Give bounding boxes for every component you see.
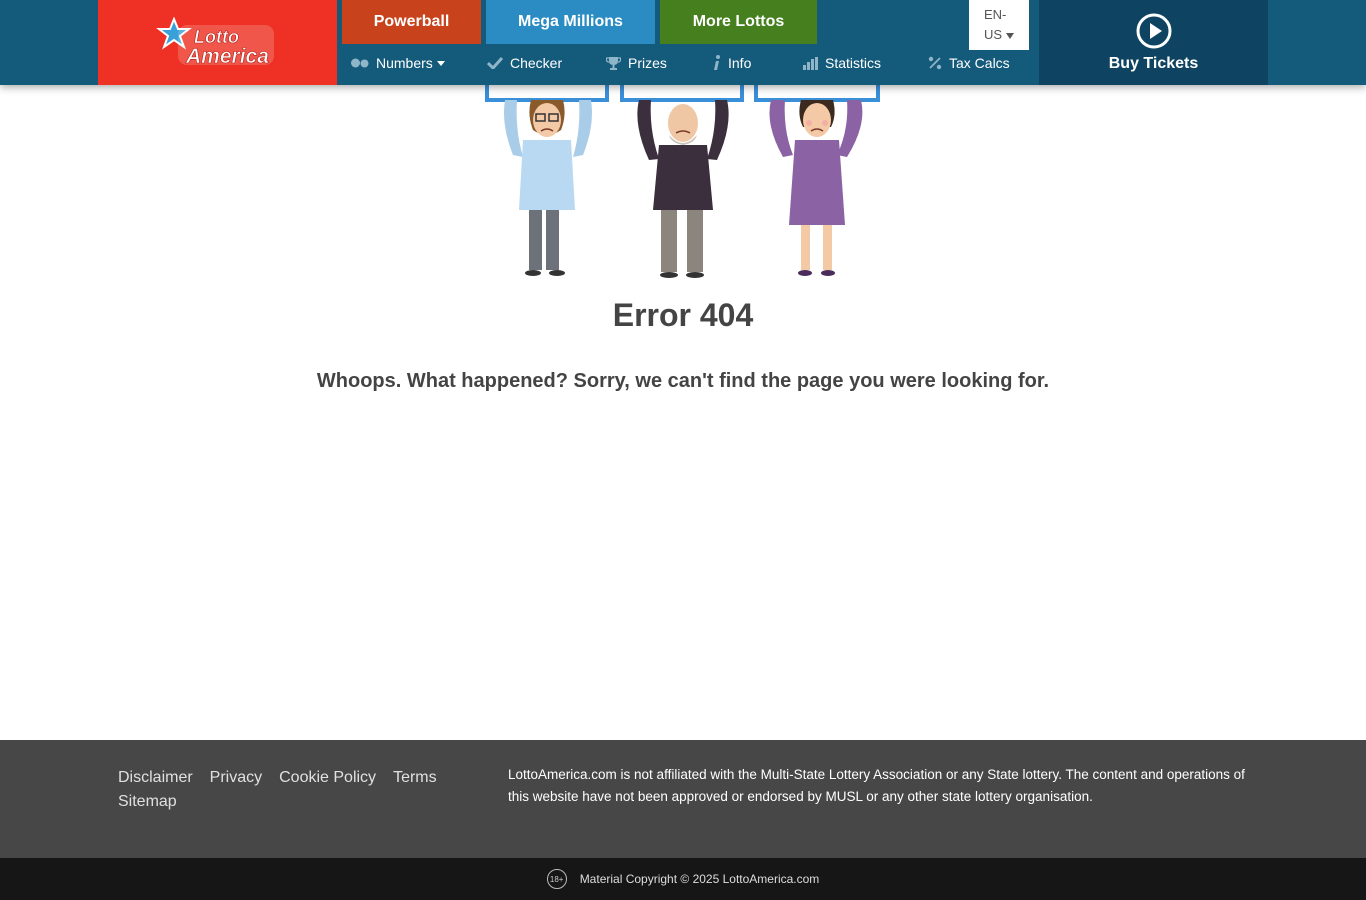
- main-content: Error 404 Whoops. What happened? Sorry, …: [0, 85, 1366, 740]
- footer-link-terms[interactable]: Terms: [393, 766, 437, 790]
- nav-numbers-label: Numbers: [376, 55, 433, 71]
- nav-tax-calcs-label: Tax Calcs: [949, 55, 1010, 71]
- error-message: Whoops. What happened? Sorry, we can't f…: [316, 370, 1050, 392]
- info-icon: [713, 55, 721, 71]
- nav-info-label: Info: [728, 55, 752, 71]
- nav-info[interactable]: Info: [713, 52, 751, 74]
- nav-statistics-label: Statistics: [825, 55, 882, 71]
- footer-link-privacy[interactable]: Privacy: [210, 766, 262, 790]
- svg-text:Lotto: Lotto: [194, 27, 239, 47]
- copyright-bar: 18+ Material Copyright © 2025 LottoAmeri…: [0, 858, 1366, 900]
- play-circle-icon: [1136, 13, 1171, 48]
- age-restriction-badge: 18+: [546, 869, 567, 889]
- nav-statistics[interactable]: Statistics: [803, 52, 881, 74]
- footer-link-sitemap[interactable]: Sitemap: [118, 790, 177, 814]
- language-label-line2: US: [984, 27, 1003, 42]
- nav-checker-label: Checker: [510, 55, 563, 71]
- buy-tickets-label: Buy Tickets: [1108, 54, 1199, 72]
- nav-prizes-label: Prizes: [628, 55, 667, 71]
- footer-links: Disclaimer Privacy Cookie Policy Terms Sitem…: [118, 766, 478, 814]
- footer-link-disclaimer[interactable]: Disclaimer: [118, 766, 193, 790]
- balls-icon: [351, 58, 369, 68]
- buy-tickets-button[interactable]: Buy Tickets: [1039, 0, 1268, 85]
- nav-prizes[interactable]: Prizes: [606, 52, 667, 74]
- language-selector[interactable]: EN- US: [969, 0, 1029, 50]
- tab-more-lottos[interactable]: More Lottos: [660, 0, 817, 44]
- error-title: Error 404: [612, 297, 754, 333]
- site-logo[interactable]: Lotto America: [98, 0, 337, 85]
- caret-down-icon: [1006, 32, 1015, 39]
- svg-text:America: America: [185, 45, 269, 68]
- bar-chart-icon: [803, 56, 818, 70]
- nav-numbers[interactable]: Numbers: [351, 52, 445, 74]
- nav-tax-calcs[interactable]: Tax Calcs: [928, 52, 1010, 74]
- caret-down-icon: [436, 60, 445, 66]
- site-header: Lotto America Powerball Mega Millions Mo…: [0, 0, 1366, 85]
- footer-link-cookie-policy[interactable]: Cookie Policy: [279, 766, 376, 790]
- site-footer: Disclaimer Privacy Cookie Policy Terms Sitem…: [0, 740, 1366, 858]
- tab-mega-millions[interactable]: Mega Millions: [486, 0, 655, 44]
- language-label-line1: EN-: [984, 7, 1007, 22]
- copyright-text: Material Copyright © 2025 LottoAmerica.c…: [579, 872, 820, 886]
- tab-powerball[interactable]: Powerball: [342, 0, 481, 44]
- nav-checker[interactable]: Checker: [487, 52, 562, 74]
- trophy-icon: [606, 56, 621, 70]
- checkmark-icon: [487, 57, 503, 69]
- logo-graphic: Lotto America: [155, 16, 274, 68]
- percent-icon: [928, 56, 942, 70]
- sad-people-holding-signs-illustration: [485, 85, 880, 278]
- footer-disclaimer: LottoAmerica.com is not affiliated with …: [508, 767, 1245, 804]
